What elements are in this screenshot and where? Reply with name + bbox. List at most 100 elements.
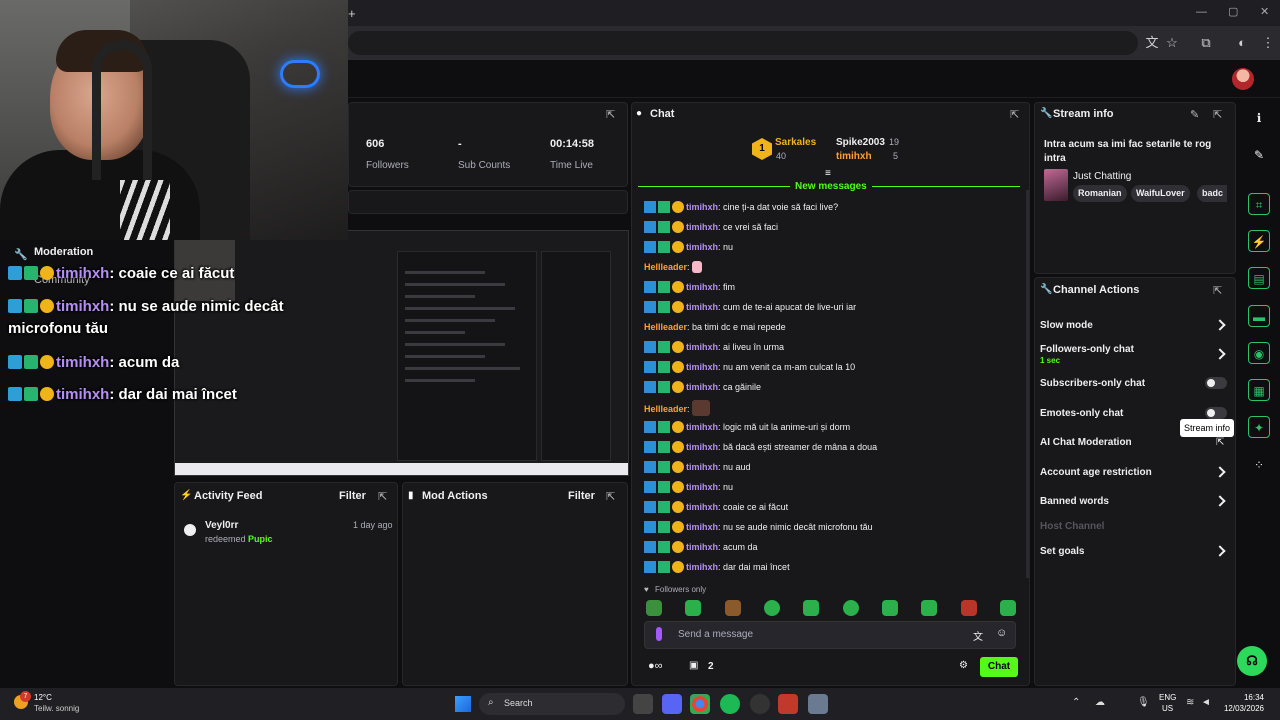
subs-value: - <box>458 138 462 150</box>
emotes-only-toggle[interactable] <box>1205 407 1227 419</box>
chat-icon[interactable]: ▬ <box>1248 305 1270 327</box>
wrench-icon[interactable]: ✦ <box>1248 416 1270 438</box>
emotes-only-action[interactable]: Emotes-only chat <box>1040 408 1123 419</box>
followers-only-action[interactable]: Followers-only chat <box>1040 344 1134 355</box>
overlay-line: timihxh: nu se aude nimic decât microfon… <box>8 298 284 337</box>
store-icon[interactable]: ▣ <box>689 660 698 671</box>
chat-message: timihxh: ai liveu în urma <box>644 340 784 354</box>
volume-icon[interactable]: ◄ <box>1201 697 1211 708</box>
clock-time[interactable]: 16:34 <box>1222 693 1264 702</box>
collapse-icon[interactable]: ≡ <box>825 168 831 179</box>
user-avatar[interactable] <box>1232 68 1254 90</box>
subscribers-only-toggle[interactable] <box>1205 377 1227 389</box>
emote-button[interactable] <box>961 600 977 616</box>
category-name[interactable]: Just Chatting <box>1073 171 1131 182</box>
region-indicator[interactable]: US <box>1162 704 1173 713</box>
settings-icon[interactable] <box>808 694 828 714</box>
new-tab-icon[interactable]: + <box>348 6 356 21</box>
tag-chip[interactable]: Romanian <box>1073 185 1127 202</box>
lightning-icon[interactable]: ⚡ <box>1248 230 1270 252</box>
taskbar-search[interactable] <box>479 693 625 715</box>
emoji-icon[interactable]: ☺ <box>996 627 1007 639</box>
discord-icon[interactable] <box>662 694 682 714</box>
chat-send-button[interactable]: Chat <box>980 657 1018 677</box>
popout-icon[interactable]: ⇱ <box>606 490 618 503</box>
tray-chevron-icon[interactable]: ⌃ <box>1072 697 1080 708</box>
activity-filter-button[interactable]: Filter <box>339 490 366 502</box>
maximize-icon[interactable]: ▢ <box>1228 5 1238 18</box>
subscribers-only-action[interactable]: Subscribers-only chat <box>1040 378 1145 389</box>
popout-icon[interactable]: ⇱ <box>606 108 618 121</box>
layout-icon[interactable]: ▦ <box>1248 379 1270 401</box>
banned-words-action[interactable]: Banned words <box>1040 496 1109 507</box>
document-icon[interactable]: ▤ <box>1248 267 1270 289</box>
profile-icon[interactable]: ◐ <box>1232 33 1252 53</box>
leader1-name[interactable]: Sarkales <box>775 137 816 148</box>
translate-icon[interactable]: 文 <box>1142 33 1162 53</box>
weather-desc: Teilw. sonnig <box>34 704 80 713</box>
microphone-icon[interactable] <box>656 627 662 641</box>
emote-button[interactable] <box>921 600 937 616</box>
bookmark-star-icon[interactable]: ☆ <box>1162 33 1182 53</box>
external-link-icon[interactable]: ⇱ <box>1216 437 1224 448</box>
slow-mode-action[interactable]: Slow mode <box>1040 320 1093 331</box>
heart-icon: ♥ <box>644 585 649 594</box>
windows-start-icon[interactable] <box>455 696 471 712</box>
wifi-icon[interactable]: ≋ <box>1186 697 1194 708</box>
stream-info-tooltip: Stream info <box>1180 419 1235 437</box>
emote-button[interactable] <box>803 600 819 616</box>
browser-menu-icon[interactable]: ⋮ <box>1258 33 1278 53</box>
mod-actions-panel <box>402 482 628 686</box>
tag-chip[interactable]: WaifuLover <box>1131 185 1190 202</box>
minimize-icon[interactable]: — <box>1196 6 1207 18</box>
kick-logo-icon[interactable]: ⁘ <box>1248 454 1270 476</box>
app-icon[interactable] <box>778 694 798 714</box>
support-headset-icon[interactable]: ☊ <box>1237 646 1267 676</box>
emote-image <box>692 400 711 416</box>
chat-scrollbar[interactable] <box>1026 190 1029 578</box>
emote-button[interactable] <box>646 600 662 616</box>
emote-button[interactable] <box>1000 600 1016 616</box>
stream-info-title: Stream info <box>1053 108 1114 120</box>
task-view-icon[interactable] <box>633 694 653 714</box>
info-icon[interactable]: ℹ <box>1248 107 1270 129</box>
ai-moderation-action[interactable]: AI Chat Moderation <box>1040 437 1132 448</box>
chat-settings-icon[interactable]: ⚙ <box>959 660 968 671</box>
popout-icon[interactable]: ⇱ <box>1010 108 1022 121</box>
category-thumbnail[interactable] <box>1044 169 1068 201</box>
emote-button[interactable] <box>685 600 701 616</box>
language-indicator[interactable]: ENG <box>1159 693 1176 702</box>
tray-cloud-icon[interactable]: ☁ <box>1095 697 1105 708</box>
account-age-action[interactable]: Account age restriction <box>1040 467 1152 478</box>
emote-button[interactable] <box>882 600 898 616</box>
activity-user[interactable]: Veyl0rr <box>205 520 238 531</box>
extensions-icon[interactable]: ⧉ <box>1196 33 1216 53</box>
close-icon[interactable]: ✕ <box>1260 5 1269 18</box>
broadcast-icon[interactable]: ◉ <box>1248 342 1270 364</box>
stream-preview[interactable] <box>174 230 629 476</box>
taskbar-search-label: Search <box>504 698 533 708</box>
emote-button[interactable] <box>725 600 741 616</box>
emote-button[interactable] <box>764 600 780 616</box>
spotify-icon[interactable] <box>720 694 740 714</box>
set-goals-action[interactable]: Set goals <box>1040 546 1084 557</box>
leader3-name[interactable]: timihxh <box>836 151 872 162</box>
pencil-icon[interactable]: ✎ <box>1248 144 1270 166</box>
emote-button[interactable] <box>843 600 859 616</box>
chrome-icon[interactable] <box>690 694 710 714</box>
clock-date[interactable]: 12/03/2026 <box>1222 704 1264 713</box>
moderation-title: Moderation <box>34 246 94 258</box>
popout-icon[interactable]: ⇱ <box>378 490 390 503</box>
crop-icon[interactable]: ⌗ <box>1248 193 1270 215</box>
tag-chip[interactable]: badc <box>1197 185 1227 202</box>
edit-pencil-icon[interactable]: ✎ <box>1190 108 1202 121</box>
mod-filter-button[interactable]: Filter <box>568 490 595 502</box>
leader2-name[interactable]: Spike2003 <box>836 137 885 148</box>
obs-icon[interactable] <box>750 694 770 714</box>
popout-icon[interactable]: ⇱ <box>1213 108 1225 121</box>
address-bar[interactable] <box>348 31 1138 55</box>
chat-message: timihxh: ca găinile <box>644 380 761 394</box>
popout-icon[interactable]: ⇱ <box>1213 284 1225 297</box>
tray-mic-icon[interactable]: 🎙 <box>1137 697 1150 708</box>
translate-icon[interactable]: 文 <box>973 628 983 643</box>
